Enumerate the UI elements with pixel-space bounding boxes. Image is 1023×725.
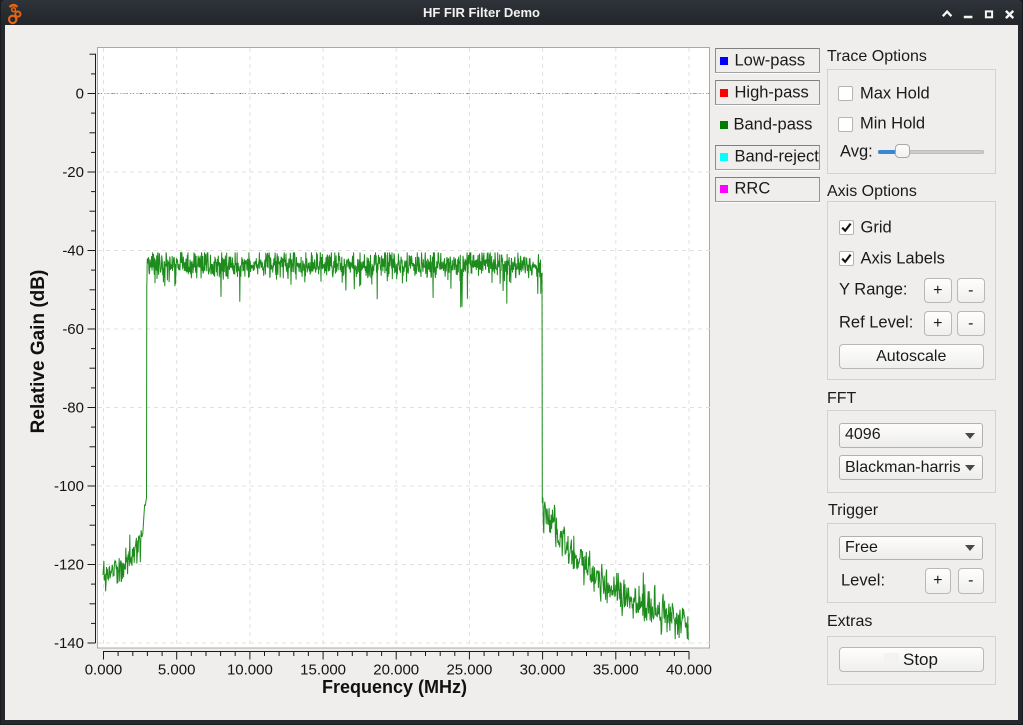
svg-text:-100: -100 bbox=[54, 478, 84, 495]
svg-text:Frequency (MHz): Frequency (MHz) bbox=[322, 677, 467, 697]
svg-text:30.000: 30.000 bbox=[520, 662, 566, 679]
svg-text:0.000: 0.000 bbox=[85, 662, 123, 679]
svg-text:-120: -120 bbox=[54, 557, 84, 574]
svg-text:-20: -20 bbox=[62, 164, 84, 181]
svg-text:-40: -40 bbox=[62, 243, 84, 260]
svg-text:15.000: 15.000 bbox=[300, 662, 346, 679]
svg-text:40.000: 40.000 bbox=[666, 662, 712, 679]
svg-text:25.000: 25.000 bbox=[446, 662, 492, 679]
svg-text:Relative Gain (dB): Relative Gain (dB) bbox=[28, 270, 49, 434]
svg-text:35.000: 35.000 bbox=[593, 662, 639, 679]
svg-text:-60: -60 bbox=[62, 321, 84, 338]
svg-text:10.000: 10.000 bbox=[227, 662, 273, 679]
svg-text:-80: -80 bbox=[62, 400, 84, 417]
svg-text:-140: -140 bbox=[54, 635, 84, 652]
svg-text:5.000: 5.000 bbox=[158, 662, 196, 679]
svg-text:20.000: 20.000 bbox=[373, 662, 419, 679]
svg-text:0: 0 bbox=[76, 86, 84, 103]
